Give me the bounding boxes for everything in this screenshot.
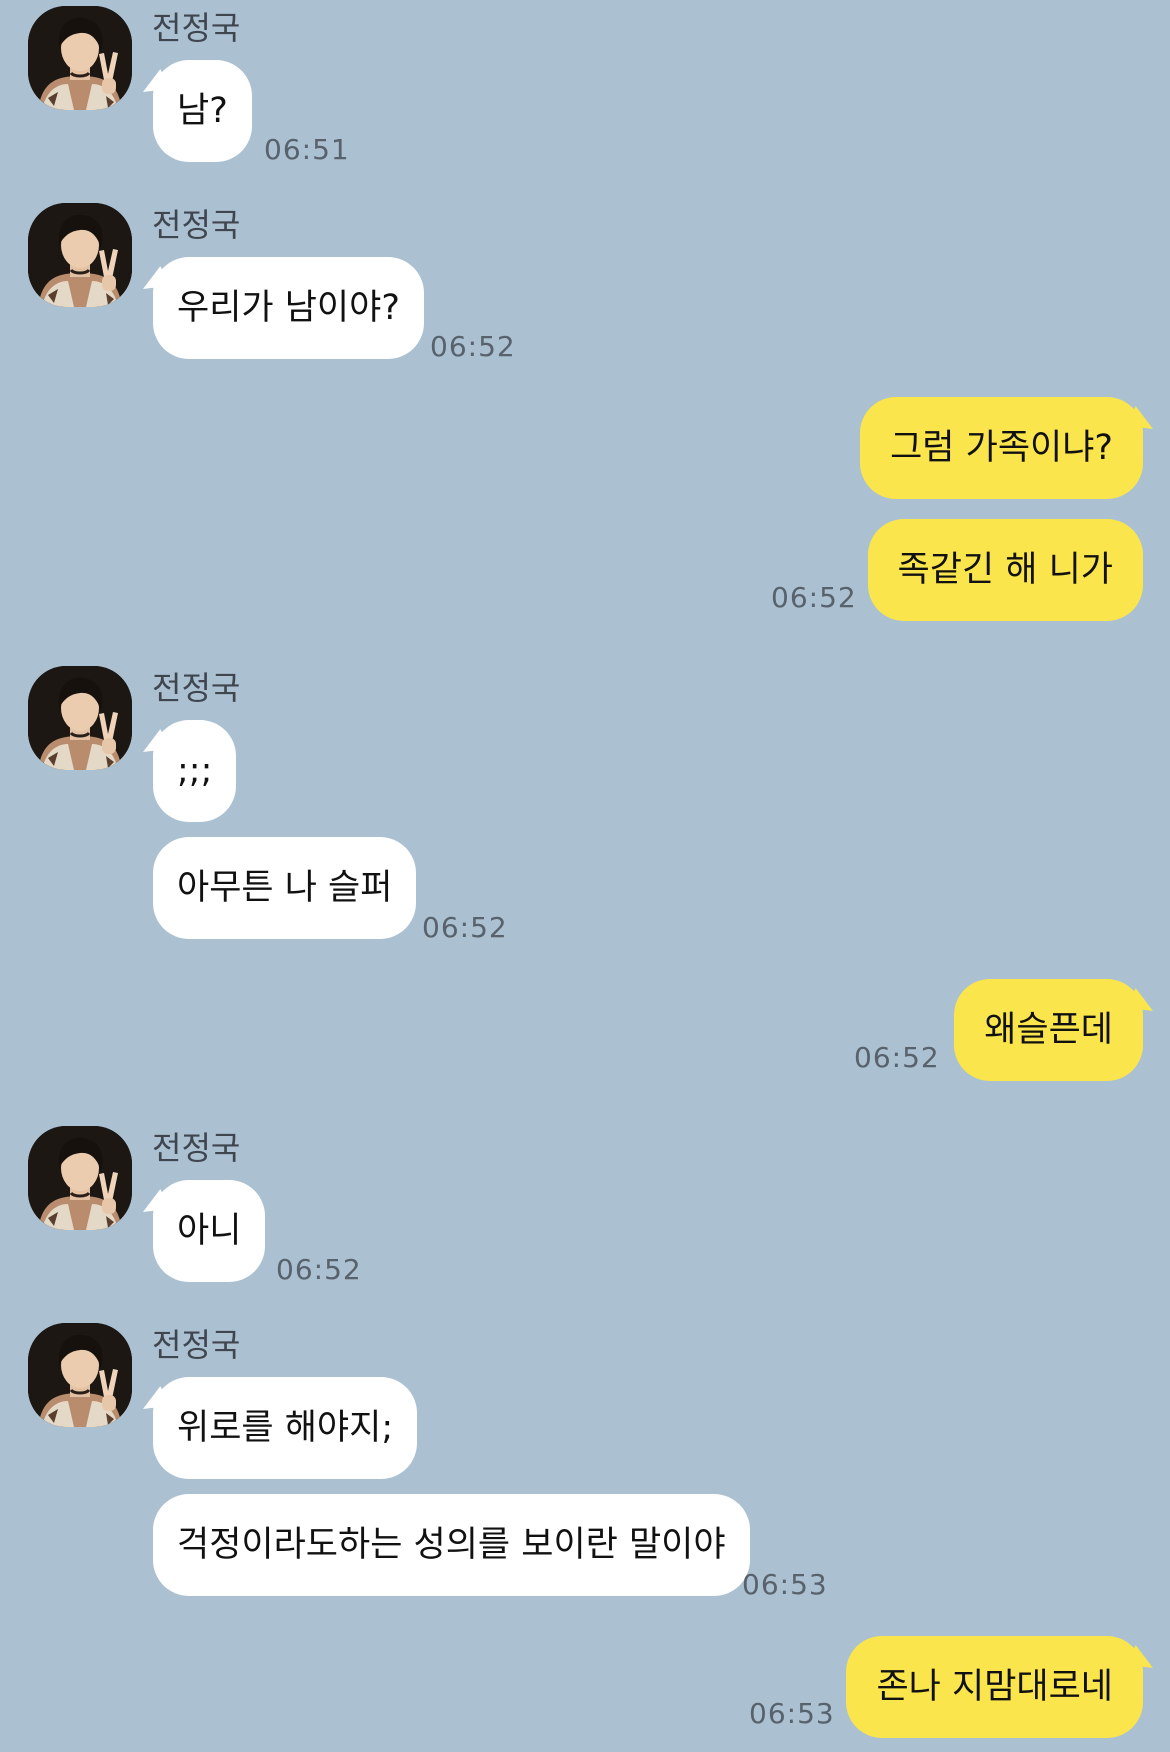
partner-avatar[interactable] <box>28 6 132 110</box>
partner-avatar[interactable] <box>28 666 132 770</box>
sender-name: 전정국 <box>152 1129 241 1167</box>
partner-avatar[interactable] <box>28 203 132 307</box>
message-bubble-outgoing[interactable]: 왜슬픈데 <box>954 979 1143 1081</box>
partner-avatar[interactable] <box>28 1126 132 1230</box>
message-bubble-incoming[interactable]: ;;; <box>153 720 237 822</box>
message-time: 06:53 <box>749 1697 835 1730</box>
profile-photo-icon <box>28 666 132 770</box>
sender-name: 전정국 <box>152 9 241 47</box>
profile-photo-icon <box>28 203 132 307</box>
message-bubble-incoming[interactable]: 아니 <box>153 1180 266 1282</box>
partner-avatar[interactable] <box>28 1323 132 1427</box>
message-time: 06:52 <box>854 1041 940 1074</box>
profile-photo-icon <box>28 6 132 110</box>
sender-name: 전정국 <box>152 1326 241 1364</box>
profile-photo-icon <box>28 1323 132 1427</box>
message-bubble-incoming[interactable]: 남? <box>153 60 252 162</box>
message-bubble-incoming[interactable]: 위로를 해야지; <box>153 1377 418 1479</box>
message-time: 06:51 <box>264 133 350 166</box>
message-time: 06:52 <box>422 911 508 944</box>
sender-name: 전정국 <box>152 669 241 707</box>
message-bubble-incoming[interactable]: 걱정이라도하는 성의를 보이란 말이야 <box>153 1494 750 1596</box>
message-bubble-incoming[interactable]: 우리가 남이야? <box>153 257 424 359</box>
message-bubble-outgoing[interactable]: 족같긴 해 니가 <box>867 519 1143 621</box>
message-time: 06:52 <box>430 330 516 363</box>
message-time: 06:52 <box>771 581 857 614</box>
message-bubble-outgoing[interactable]: 그럼 가족이냐? <box>860 397 1143 499</box>
profile-photo-icon <box>28 1126 132 1230</box>
message-time: 06:52 <box>276 1253 362 1286</box>
message-bubble-incoming[interactable]: 아무튼 나 슬퍼 <box>153 837 417 939</box>
message-bubble-outgoing[interactable]: 존나 지맘대로네 <box>846 1636 1143 1738</box>
message-time: 06:53 <box>742 1568 828 1601</box>
sender-name: 전정국 <box>152 206 241 244</box>
